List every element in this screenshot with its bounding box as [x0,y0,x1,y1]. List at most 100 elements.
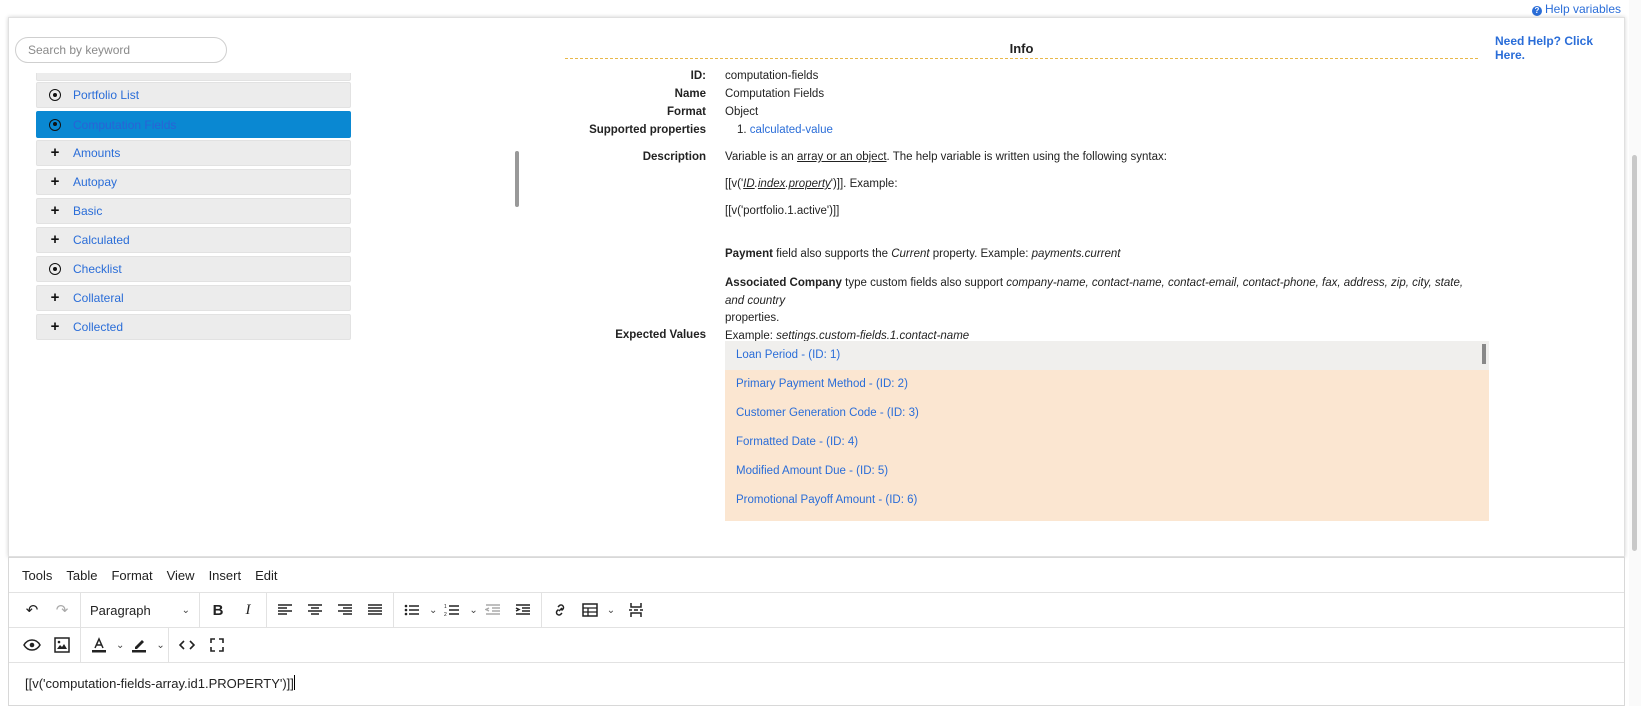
radio-icon [49,263,61,275]
plus-icon: + [50,144,60,161]
page-scrollbar[interactable] [1629,0,1641,706]
toolbar-divider [80,592,81,628]
menu-table[interactable]: Table [66,568,97,583]
code-icon [178,640,195,650]
plus-icon: + [50,318,60,335]
preview-button[interactable] [17,631,47,659]
tree-item-label: Autopay [73,175,118,189]
tree-item-amounts[interactable]: + Amounts [36,140,351,166]
format-value: Object [725,106,759,118]
italic-button[interactable]: I [233,596,263,624]
expected-values-scrollbar[interactable] [1482,344,1486,364]
syntax-index: index [757,178,786,190]
redo-button[interactable]: ↷ [47,596,77,624]
description-label: Description [642,151,706,163]
align-right-icon [338,604,352,615]
menu-edit[interactable]: Edit [255,568,277,583]
payment-example: payments.current [1031,248,1121,260]
search-input[interactable] [15,37,227,63]
description-line-1: Variable is an array or an object. The h… [725,151,1167,163]
tree-item-collected[interactable]: + Collected [36,314,351,340]
tree-item-calculated[interactable]: + Calculated [36,227,351,253]
desc-text: . The help variable is written using the… [886,151,1167,163]
undo-icon: ↶ [25,602,39,619]
page-scrollbar-thumb[interactable] [1632,155,1637,551]
indent-button[interactable] [508,596,538,624]
syntax-property: property [788,178,831,190]
tree-item-portfolio-list[interactable]: Portfolio List [36,82,351,108]
array-or-object-link[interactable]: array or an object [797,151,887,163]
source-code-button[interactable] [172,631,202,659]
bold-button[interactable]: B [203,596,233,624]
info-title: Info [1009,41,1034,56]
payment-text: property. Example: [929,248,1032,260]
format-label: Format [667,106,706,118]
undo-button[interactable]: ↶ [17,596,47,624]
chevron-down-icon[interactable]: ⌄ [607,605,615,616]
chevron-down-icon[interactable]: ⌄ [156,640,164,651]
help-variables-link[interactable]: ? Help variables [1531,2,1621,16]
info-divider [565,58,1478,59]
chevron-down-icon[interactable]: ⌄ [116,640,124,651]
italic-icon: I [245,601,251,618]
tree-item-checklist[interactable]: Checklist [36,256,351,282]
expected-value-item[interactable]: Modified Amount Due - (ID: 5) [725,457,1489,486]
tree-item-autopay[interactable]: + Autopay [36,169,351,195]
block-format-value: Paragraph [90,602,151,618]
toolbar-divider [80,627,81,663]
align-center-button[interactable] [300,596,330,624]
menu-tools[interactable]: Tools [22,568,52,583]
need-help-link[interactable]: Need Help? Click Here. [1495,34,1624,62]
menu-format[interactable]: Format [111,568,152,583]
chevron-down-icon[interactable]: ⌄ [469,605,477,616]
assoc-bold: Associated Company [725,277,842,289]
bold-icon: B [212,601,224,619]
align-left-button[interactable] [270,596,300,624]
block-format-select[interactable]: Paragraph ⌄ [84,596,196,624]
editor-content-area[interactable]: [[v('computation-fields-array.id1.PROPER… [9,663,1624,703]
fullscreen-button[interactable] [202,631,232,659]
page-break-button[interactable] [621,596,651,624]
supported-property-link[interactable]: calculated-value [750,124,833,136]
outdent-button[interactable] [478,596,508,624]
eye-icon [23,639,41,651]
highlight-button[interactable] [124,631,154,659]
tree-item-computation-fields[interactable]: Computation Fields [36,111,351,138]
numbered-list-icon: 12 [444,604,460,617]
assoc-example: settings.custom-fields.1.contact-name [776,329,970,342]
editor-toolbar-row-1: ↶ ↷ Paragraph ⌄ B I ⌄ 12 ⌄ ⌄ [9,592,1624,628]
table-button[interactable] [575,596,605,624]
menu-insert[interactable]: Insert [209,568,242,583]
tree-item-collateral[interactable]: + Collateral [36,285,351,311]
radio-icon [49,89,61,101]
image-button[interactable] [47,631,77,659]
menu-view[interactable]: View [167,568,195,583]
table-icon [582,603,598,617]
chevron-down-icon: ⌄ [181,604,190,616]
svg-text:2: 2 [444,612,447,617]
tree-item-basic[interactable]: + Basic [36,198,351,224]
expected-value-item[interactable]: Promotional Payoff Amount - (ID: 6) [725,486,1489,515]
expected-value-item[interactable]: Loan Period - (ID: 1) [725,341,1489,370]
expected-values-label: Expected Values [615,329,706,341]
align-left-icon [278,604,292,615]
tree-item-label: Collected [73,320,124,334]
expected-value-item[interactable]: Formatted Date - (ID: 4) [725,428,1489,457]
description-example: [[v('portfolio.1.active')]] [725,205,840,217]
link-button[interactable] [545,596,575,624]
numbered-list-button[interactable]: 12 [437,596,467,624]
justify-button[interactable] [360,596,390,624]
syntax-id: ID [743,178,755,190]
tree-item-label: Basic [73,204,103,218]
bullet-list-button[interactable] [397,596,427,624]
text-color-button[interactable] [84,631,114,659]
tree-item-label: Collateral [73,291,124,305]
tree-item-partial[interactable] [36,73,351,81]
align-right-button[interactable] [330,596,360,624]
expected-value-item[interactable]: Customer Generation Code - (ID: 3) [725,399,1489,428]
description-syntax: [[v('ID.index.property')]]. Example: [725,178,898,190]
toolbar-divider [540,592,542,628]
expected-values-list: Loan Period - (ID: 1) Primary Payment Me… [725,341,1489,521]
chevron-down-icon[interactable]: ⌄ [429,605,437,616]
expected-value-item[interactable]: Primary Payment Method - (ID: 2) [725,370,1489,399]
